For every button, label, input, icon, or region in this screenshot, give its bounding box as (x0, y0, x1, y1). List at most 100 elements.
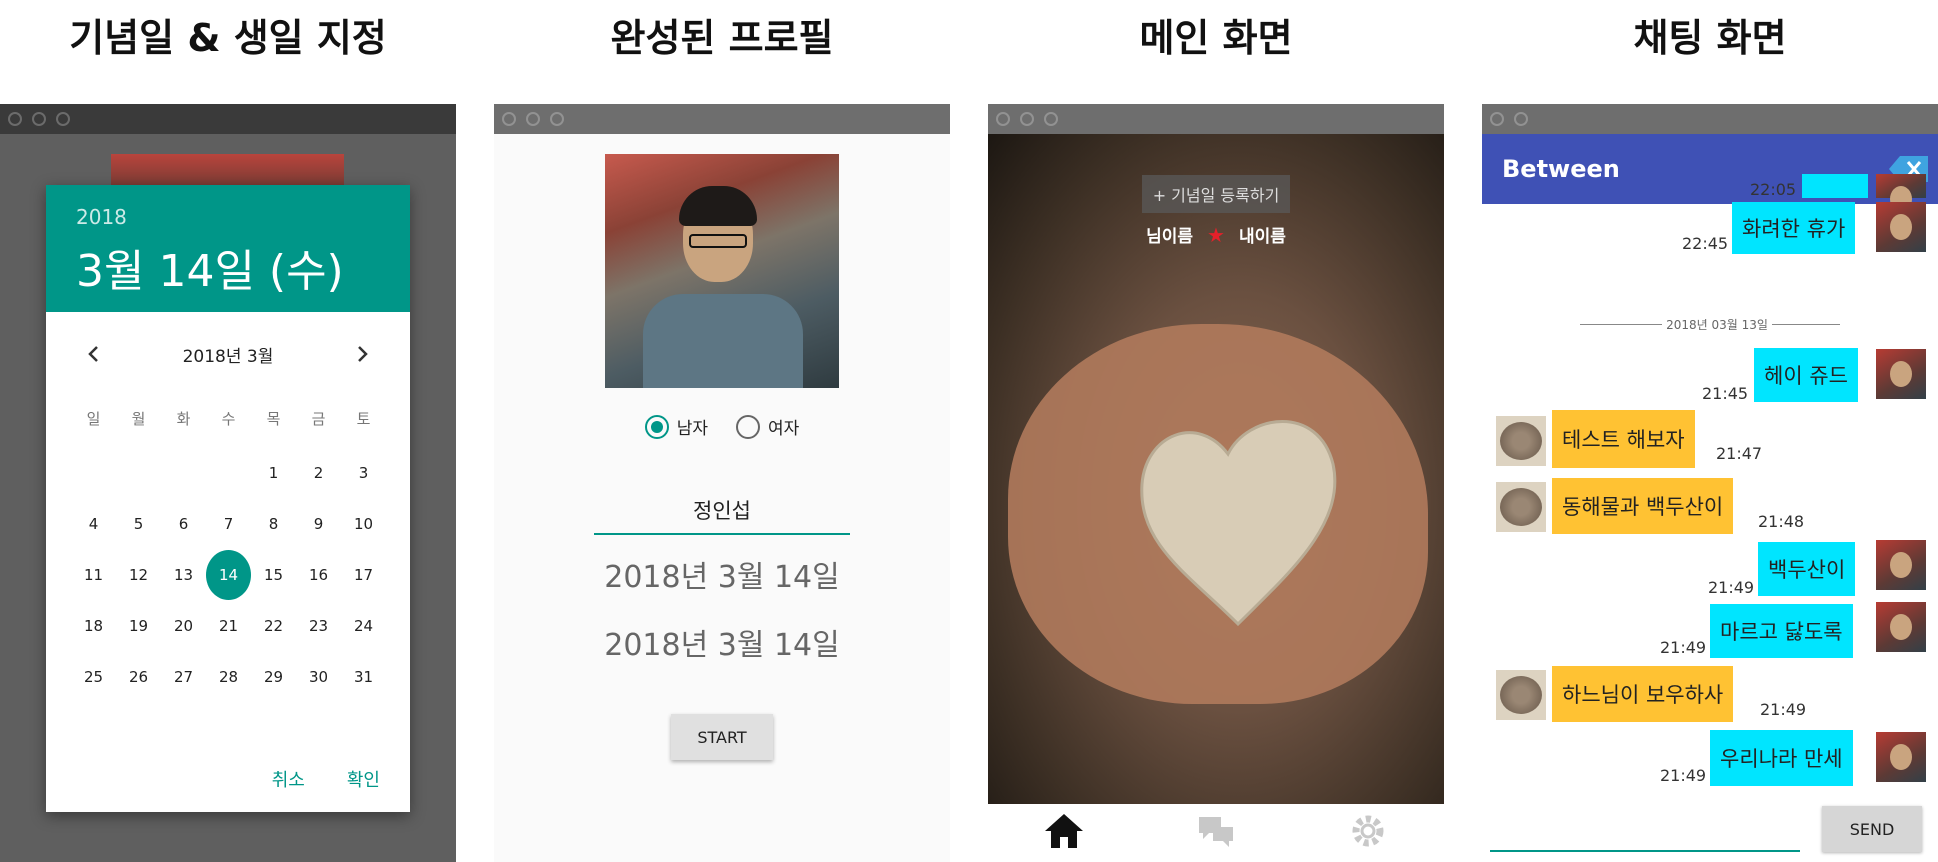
calendar-day[interactable]: 8 (251, 498, 296, 549)
profile-photo[interactable] (605, 154, 839, 388)
chat-message[interactable]: 화려한 휴가 (1732, 202, 1856, 254)
message-time: 21:49 (1708, 578, 1755, 597)
my-avatar (1876, 732, 1926, 782)
send-button[interactable]: SEND (1822, 806, 1922, 852)
calendar-day[interactable]: 24 (341, 600, 386, 651)
date-picker-selected-date[interactable]: 3월 14일 (수) (76, 235, 380, 299)
calendar-day[interactable]: 15 (251, 549, 296, 600)
partner-avatar (1496, 670, 1546, 720)
calendar-day[interactable]: 25 (71, 651, 116, 702)
chat-message[interactable]: 하느님이 보우하사 (1552, 666, 1734, 722)
photo-glasses (689, 234, 747, 248)
calendar-day[interactable]: 21 (206, 600, 251, 651)
calendar-day[interactable]: 11 (71, 549, 116, 600)
calendar-empty-cell (161, 447, 206, 498)
chat-message[interactable]: 동해물과 백두산이 (1552, 478, 1734, 534)
couple-names: 님이름 ★ 내이름 (988, 222, 1444, 248)
calendar-day[interactable]: 28 (206, 651, 251, 702)
anniversary-date[interactable]: 2018년 3월 14일 (494, 552, 950, 596)
calendar-week-row: 18 19 20 21 22 23 24 (47, 600, 409, 651)
calendar-day[interactable]: 20 (161, 600, 206, 651)
phone-profile-screen: 남자 여자 정인섭 2018년 3월 14일 2018년 3월 14일 STAR… (494, 104, 950, 862)
settings-icon[interactable] (1347, 811, 1389, 855)
calendar-day[interactable]: 13 (161, 549, 206, 600)
message-input[interactable] (1490, 844, 1800, 852)
calendar-day-label: 30 (308, 667, 329, 686)
chat-message[interactable] (1802, 174, 1868, 198)
calendar-day-label: 3 (358, 463, 369, 482)
status-bar (988, 104, 1444, 134)
chat-message[interactable]: 헤이 쥬드 (1754, 348, 1858, 402)
calendar-day[interactable]: 4 (71, 498, 116, 549)
message-time: 21:48 (1758, 512, 1805, 531)
name-input[interactable]: 정인섭 (594, 489, 850, 535)
calendar-day[interactable]: 22 (251, 600, 296, 651)
radio-unchecked-icon[interactable] (736, 414, 760, 439)
chat-message[interactable]: 백두산이 (1758, 542, 1856, 596)
status-bar (0, 104, 456, 134)
birthday-date[interactable]: 2018년 3월 14일 (494, 620, 950, 664)
calendar-day-label: 4 (88, 514, 99, 533)
gender-female-option[interactable]: 여자 (736, 414, 799, 439)
calendar-day[interactable]: 23 (296, 600, 341, 651)
calendar-day-label: 31 (353, 667, 374, 686)
calendar-day[interactable]: 1 (251, 447, 296, 498)
calendar-week-row: 4 5 6 7 8 9 10 (47, 498, 409, 549)
date-picker-header: 2018 3월 14일 (수) (46, 185, 410, 312)
calendar-day[interactable]: 30 (296, 651, 341, 702)
calendar-day[interactable]: 7 (206, 498, 251, 549)
chat-title: Between (1502, 155, 1620, 183)
calendar-day[interactable]: 12 (116, 549, 161, 600)
calendar-day[interactable]: 29 (251, 651, 296, 702)
date-picker-dialog: 2018 3월 14일 (수) 2018년 3월 일월화수목금토12345678… (46, 185, 410, 812)
calendar-day-label: 21 (218, 616, 239, 635)
message-time: 21:49 (1660, 638, 1707, 657)
calendar-day-label: 12 (128, 565, 149, 584)
calendar-day-selected[interactable]: 14 (206, 549, 251, 600)
calendar-day[interactable]: 3 (341, 447, 386, 498)
calendar-day[interactable]: 16 (296, 549, 341, 600)
heart-stone-icon (1140, 420, 1337, 627)
gender-male-option[interactable]: 남자 (644, 414, 708, 439)
calendar-day[interactable]: 31 (341, 651, 386, 702)
calendar-day-label: 9 (313, 514, 324, 533)
prev-month-icon[interactable] (76, 336, 112, 372)
partner-name: 님이름 (1146, 227, 1194, 247)
chat-icon[interactable] (1195, 811, 1237, 855)
start-button[interactable]: START (671, 714, 773, 760)
calendar-day-label: 15 (263, 565, 284, 584)
date-divider: 2018년 03월 13일 (1662, 316, 1772, 333)
calendar-day[interactable]: 19 (116, 600, 161, 651)
calendar-day[interactable]: 5 (116, 498, 161, 549)
chat-message[interactable]: 마르고 닳도록 (1710, 604, 1853, 658)
date-picker-year[interactable]: 2018 (76, 205, 380, 229)
notification-icon (1044, 112, 1058, 126)
cancel-button[interactable]: 취소 (272, 766, 305, 792)
calendar-day-label: 24 (353, 616, 374, 635)
calendar-day[interactable]: 27 (161, 651, 206, 702)
home-icon[interactable] (1043, 811, 1085, 855)
message-time: 21:49 (1760, 700, 1807, 719)
calendar-day[interactable]: 26 (116, 651, 161, 702)
calendar-day[interactable]: 2 (296, 447, 341, 498)
calendar-empty-cell (116, 447, 161, 498)
ok-button[interactable]: 확인 (347, 766, 380, 792)
my-avatar (1876, 602, 1926, 652)
weekday-header-row: 일월화수목금토 (47, 396, 409, 447)
calendar-day-label: 26 (128, 667, 149, 686)
my-name: 내이름 (1238, 227, 1286, 247)
calendar-day[interactable]: 17 (341, 549, 386, 600)
next-month-icon[interactable] (344, 336, 380, 372)
calendar-day[interactable]: 6 (161, 498, 206, 549)
photo-hair (679, 186, 757, 226)
chat-message[interactable]: 테스트 해보자 (1552, 410, 1695, 468)
calendar-day[interactable]: 10 (341, 498, 386, 549)
partner-avatar (1496, 416, 1546, 466)
calendar-day[interactable]: 9 (296, 498, 341, 549)
add-anniversary-button[interactable]: + 기념일 등록하기 (1142, 175, 1290, 213)
calendar-day[interactable]: 18 (71, 600, 116, 651)
radio-checked-icon[interactable] (644, 414, 669, 439)
chat-message[interactable]: 우리나라 만세 (1710, 730, 1853, 786)
calendar-week-row: 1 2 3 (47, 447, 409, 498)
calendar-day-label: 5 (133, 514, 144, 533)
